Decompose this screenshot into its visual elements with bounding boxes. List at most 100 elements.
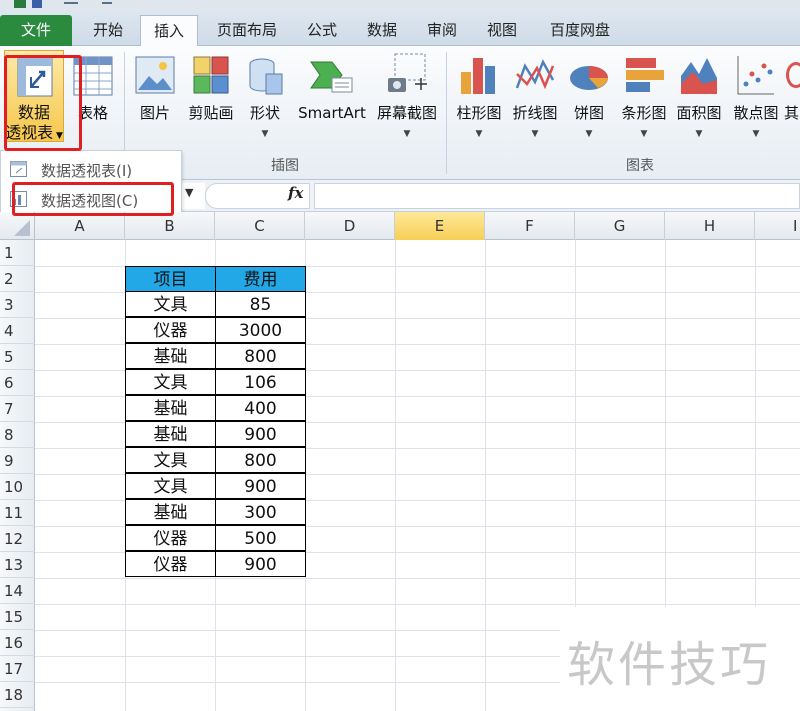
tab-insert[interactable]: 插入 [140, 15, 198, 46]
row-header[interactable]: 2 [0, 266, 35, 292]
row-header[interactable]: 1 [0, 240, 35, 266]
smartart-icon [310, 61, 353, 93]
screenshot-label: 屏幕截图 [376, 104, 437, 122]
table-header-cost[interactable]: 费用 [215, 266, 306, 292]
row-header[interactable]: 17 [0, 656, 35, 682]
table-cell[interactable]: 900 [215, 421, 306, 447]
tab-page-layout[interactable]: 页面布局 [208, 15, 286, 46]
scatter-chart-button[interactable]: 散点图 ▼ [728, 50, 784, 142]
table-cell[interactable]: 文具 [125, 473, 216, 499]
tab-data[interactable]: 数据 [358, 15, 406, 46]
row-header[interactable]: 9 [0, 448, 35, 474]
screenshot-button[interactable]: 屏幕截图 ▼ [372, 50, 442, 142]
table-cell[interactable]: 900 [215, 551, 306, 577]
table-cell[interactable]: 106 [215, 369, 306, 395]
tab-baidu-netdisk[interactable]: 百度网盘 [538, 15, 622, 46]
column-header-c[interactable]: C [215, 212, 305, 240]
row-header[interactable]: 8 [0, 422, 35, 448]
bar-chart-dropdown-arrow: ▼ [640, 129, 648, 139]
row-header[interactable]: 7 [0, 396, 35, 422]
tab-file[interactable]: 文件 [0, 15, 72, 46]
table-cell[interactable]: 800 [215, 447, 306, 473]
column-header-a[interactable]: A [35, 212, 125, 240]
table-cell[interactable]: 400 [215, 395, 306, 421]
screenshot-icon [388, 53, 427, 92]
column-header-e[interactable]: E [395, 212, 485, 240]
table-cell[interactable]: 仪器 [125, 551, 216, 577]
table-cell[interactable]: 300 [215, 499, 306, 525]
table-cell[interactable]: 仪器 [125, 317, 216, 343]
clipart-icon [193, 56, 229, 94]
table-cell[interactable]: 仪器 [125, 525, 216, 551]
table-cell[interactable]: 85 [215, 291, 306, 317]
shapes-icon [249, 58, 283, 95]
undo-icon[interactable] [64, 2, 78, 6]
column-header-d[interactable]: D [305, 212, 395, 240]
smartart-button[interactable]: SmartArt [292, 50, 372, 142]
pie-chart-icon [570, 66, 608, 90]
table-cell[interactable]: 基础 [125, 499, 216, 525]
watermark-text: 软件技巧 [567, 637, 772, 693]
row-header[interactable]: 15 [0, 604, 35, 630]
table-cell[interactable]: 文具 [125, 291, 216, 317]
tab-view[interactable]: 视图 [478, 15, 526, 46]
highlight-pivot-table-button [4, 55, 82, 151]
formula-input[interactable] [314, 183, 800, 209]
row-header[interactable]: 16 [0, 630, 35, 656]
shapes-dropdown-arrow: ▼ [261, 129, 269, 139]
tab-home[interactable]: 开始 [84, 15, 132, 46]
name-box-dropdown-icon[interactable]: ▼ [185, 186, 193, 199]
save-icon[interactable] [32, 0, 42, 8]
row-header[interactable]: 11 [0, 500, 35, 526]
menu-item-pivot-table[interactable]: 数据透视表(I) [1, 155, 181, 183]
column-header-h[interactable]: H [665, 212, 755, 240]
insert-function-button[interactable]: fx [288, 184, 303, 202]
spreadsheet-grid[interactable]: A B C D E F G H I 1 2 3 4 5 6 7 8 9 10 1… [0, 212, 800, 711]
column-chart-button[interactable]: 柱形图 ▼ [452, 50, 506, 142]
column-header-g[interactable]: G [575, 212, 665, 240]
table-header-item[interactable]: 项目 [125, 266, 216, 292]
pie-chart-button[interactable]: 饼图 ▼ [564, 50, 614, 142]
pie-chart-label: 饼图 [573, 104, 604, 122]
tab-formulas[interactable]: 公式 [298, 15, 346, 46]
row-header[interactable]: 10 [0, 474, 35, 500]
column-header-i[interactable]: I [755, 212, 800, 240]
row-header[interactable]: 12 [0, 526, 35, 552]
table-cell[interactable]: 800 [215, 343, 306, 369]
tab-review[interactable]: 审阅 [418, 15, 466, 46]
row-header[interactable]: 18 [0, 682, 35, 708]
row-header[interactable]: 14 [0, 578, 35, 604]
highlight-pivot-chart-item [12, 182, 174, 216]
table-cell[interactable]: 基础 [125, 395, 216, 421]
menu-item-pivot-table-label: 数据透视表(I) [41, 162, 133, 180]
ribbon-tab-bar: 文件 开始 插入 页面布局 公式 数据 审阅 视图 百度网盘 [0, 12, 800, 46]
other-chart-button[interactable]: 其 [784, 50, 800, 142]
row-header[interactable]: 4 [0, 318, 35, 344]
row-header[interactable]: 5 [0, 344, 35, 370]
scatter-chart-icon [737, 56, 774, 95]
select-all-corner[interactable] [0, 212, 35, 240]
table-cell[interactable]: 文具 [125, 369, 216, 395]
line-chart-button[interactable]: 折线图 ▼ [508, 50, 562, 142]
shapes-button[interactable]: 形状 ▼ [242, 50, 288, 142]
row-header[interactable]: 13 [0, 552, 35, 578]
column-header-f[interactable]: F [485, 212, 575, 240]
clipart-button[interactable]: 剪贴画 [184, 50, 238, 142]
table-cell[interactable]: 文具 [125, 447, 216, 473]
line-chart-label: 折线图 [512, 104, 558, 122]
other-chart-icon [786, 62, 800, 88]
table-cell[interactable]: 900 [215, 473, 306, 499]
table-cell[interactable]: 基础 [125, 343, 216, 369]
area-chart-button[interactable]: 面积图 ▼ [672, 50, 726, 142]
select-all-icon [14, 220, 30, 236]
table-cell[interactable]: 500 [215, 525, 306, 551]
bar-chart-button[interactable]: 条形图 ▼ [616, 50, 672, 142]
table-cell[interactable]: 基础 [125, 421, 216, 447]
row-header[interactable]: 3 [0, 292, 35, 318]
picture-button[interactable]: 图片 [130, 50, 180, 142]
table-cell[interactable]: 3000 [215, 317, 306, 343]
row-header[interactable]: 6 [0, 370, 35, 396]
column-header-b[interactable]: B [125, 212, 215, 240]
redo-icon[interactable] [102, 2, 112, 6]
shapes-label: 形状 [249, 104, 280, 122]
